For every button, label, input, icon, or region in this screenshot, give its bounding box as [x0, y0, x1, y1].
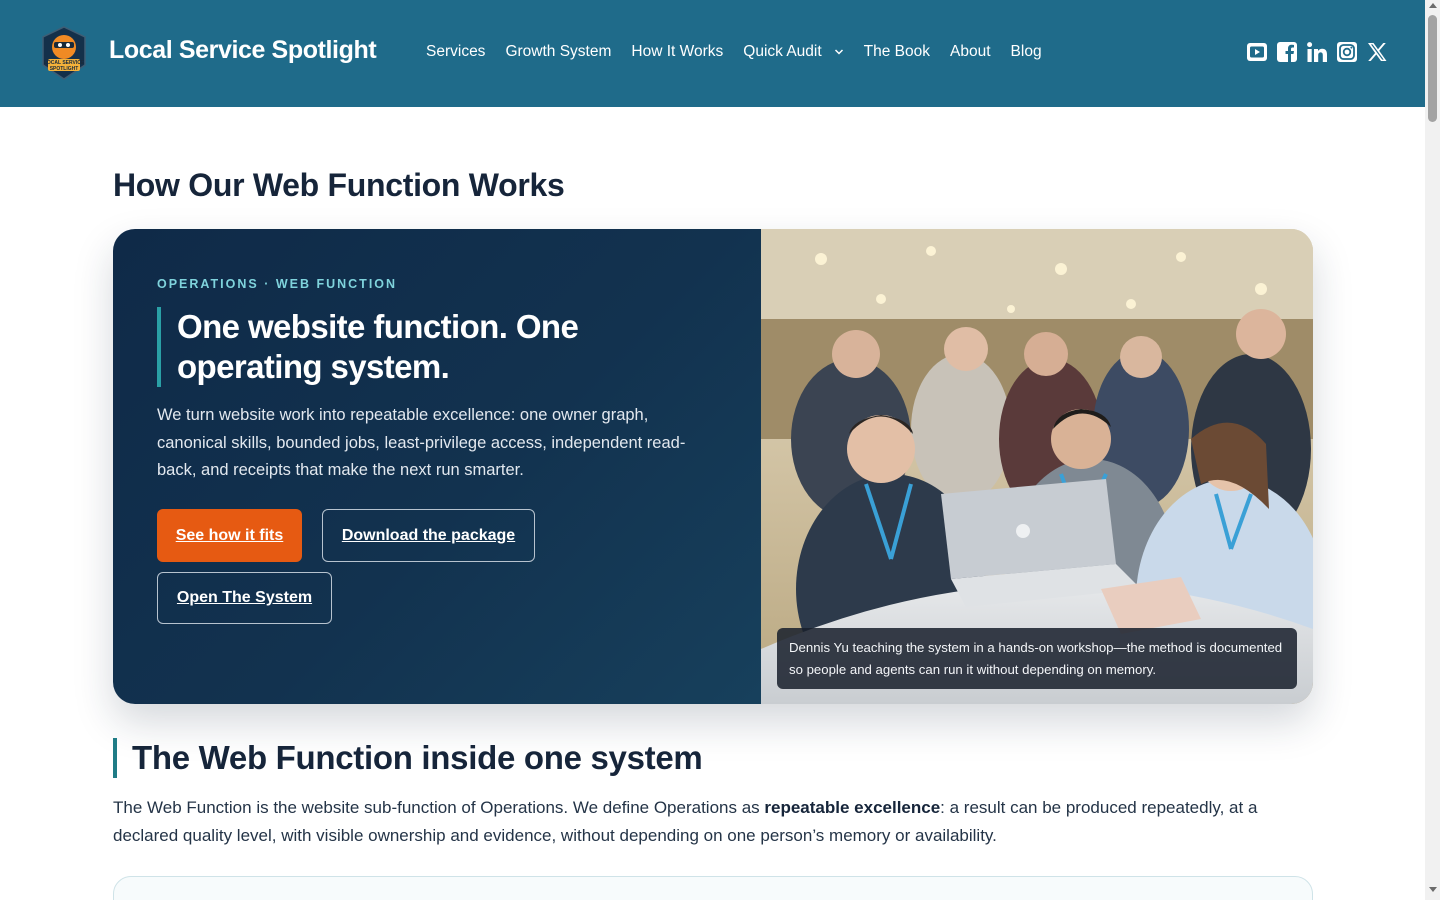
page-title: How Our Web Function Works: [113, 167, 565, 203]
scroll-down-icon[interactable]: [1429, 887, 1437, 892]
linkedin-icon[interactable]: [1306, 41, 1328, 63]
hero-heading: One website function. One operating syst…: [157, 307, 677, 387]
section-title: The Web Function inside one system: [113, 738, 703, 778]
nav-item-services[interactable]: Services: [426, 43, 485, 61]
content-card: [113, 876, 1313, 900]
site-title[interactable]: Local Service Spotlight: [109, 36, 377, 65]
nav-item-how-it-works[interactable]: How It Works: [631, 43, 723, 61]
hero-eyebrow: OPERATIONS · WEB FUNCTION: [157, 277, 398, 291]
instagram-icon[interactable]: [1336, 41, 1358, 63]
section-description-text-1: The Web Function is the website sub-func…: [113, 798, 765, 817]
nav-item-the-book[interactable]: The Book: [864, 43, 930, 61]
see-how-it-fits-button[interactable]: See how it fits: [157, 509, 302, 562]
hero-description: We turn website work into repeatable exc…: [157, 406, 686, 479]
workshop-photo: Dennis Yu teaching the system in a hands…: [761, 229, 1313, 704]
main-nav: Services Growth System How It Works Quic…: [426, 43, 1062, 61]
hero-content: OPERATIONS · WEB FUNCTION One website fu…: [113, 229, 761, 704]
download-package-button[interactable]: Download the package: [322, 509, 535, 562]
page-scrollbar[interactable]: [1425, 0, 1440, 900]
nav-item-growth-system[interactable]: Growth System: [505, 43, 611, 61]
svg-text:SPOTLIGHT: SPOTLIGHT: [50, 66, 79, 72]
nav-item-blog[interactable]: Blog: [1011, 43, 1042, 61]
nav-item-quick-audit[interactable]: Quick Audit: [743, 43, 843, 61]
chevron-down-icon[interactable]: [834, 47, 844, 57]
section-description: The Web Function is the website sub-func…: [113, 794, 1313, 850]
section-description-emphasis: repeatable excellence: [764, 798, 941, 817]
youtube-icon[interactable]: [1246, 41, 1268, 63]
nav-item-about[interactable]: About: [950, 43, 991, 61]
photo-caption: Dennis Yu teaching the system in a hands…: [777, 628, 1297, 689]
site-logo[interactable]: LOCAL SERVICE SPOTLIGHT: [40, 25, 88, 81]
hero-card: OPERATIONS · WEB FUNCTION One website fu…: [113, 229, 1313, 704]
site-header: LOCAL SERVICE SPOTLIGHT Local Service Sp…: [0, 0, 1425, 107]
nav-item-quick-audit-label: Quick Audit: [743, 43, 822, 60]
scrollbar-thumb[interactable]: [1428, 15, 1437, 122]
social-links: [1246, 41, 1396, 63]
open-the-system-button[interactable]: Open The System: [157, 572, 332, 624]
x-icon[interactable]: [1366, 41, 1388, 63]
scroll-up-icon[interactable]: [1429, 3, 1437, 8]
facebook-icon[interactable]: [1276, 41, 1298, 63]
